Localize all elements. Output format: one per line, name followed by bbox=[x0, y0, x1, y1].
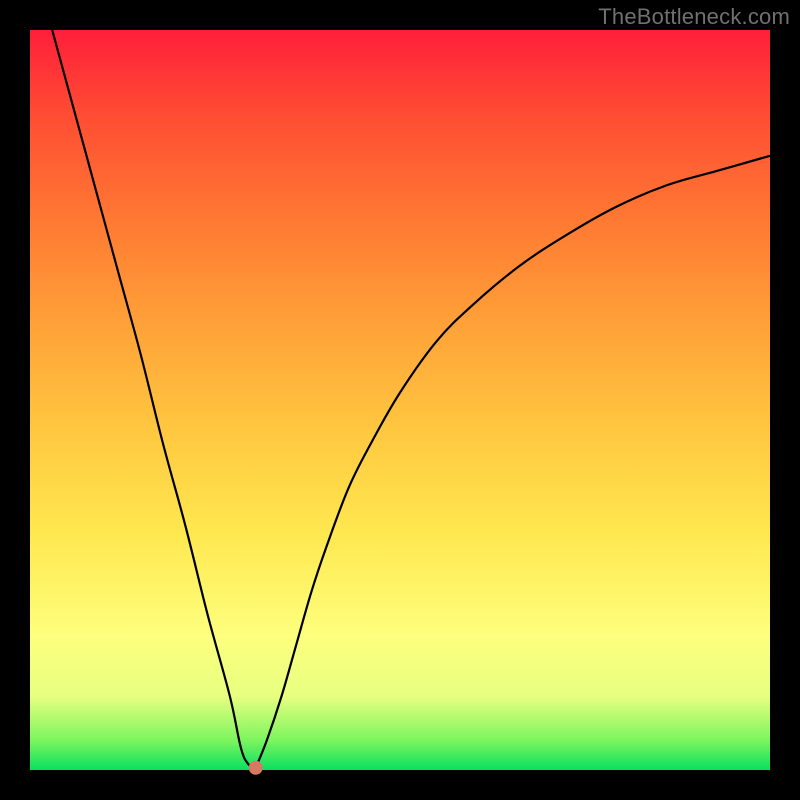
plot-area bbox=[30, 30, 770, 770]
curve-svg bbox=[30, 30, 770, 770]
chart-frame: TheBottleneck.com bbox=[0, 0, 800, 800]
curve-left-branch bbox=[52, 30, 256, 768]
minimum-marker-dot bbox=[249, 761, 263, 775]
curve-right-branch bbox=[256, 156, 770, 768]
watermark-text: TheBottleneck.com bbox=[598, 4, 790, 30]
